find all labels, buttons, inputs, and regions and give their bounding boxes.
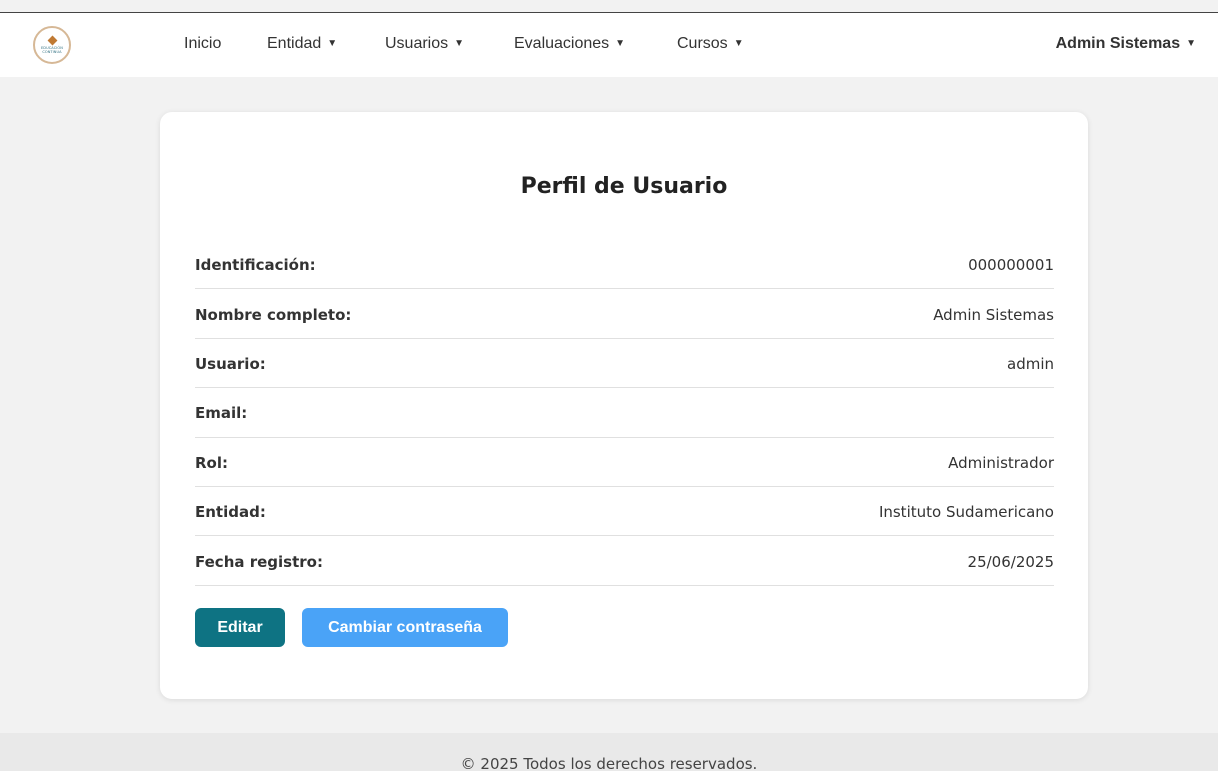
field-value: Admin Sistemas bbox=[933, 305, 1054, 324]
field-label: Identificación: bbox=[195, 256, 316, 275]
field-value: Administrador bbox=[948, 453, 1054, 472]
edit-button[interactable]: Editar bbox=[195, 608, 285, 647]
field-label: Entidad: bbox=[195, 503, 266, 522]
nav-item-cursos[interactable]: Cursos ▼ bbox=[677, 35, 744, 53]
profile-card: Perfil de Usuario Identificación: 000000… bbox=[160, 112, 1088, 699]
user-menu-label: Admin Sistemas bbox=[1055, 35, 1181, 52]
field-value: admin bbox=[1007, 354, 1054, 373]
field-value: Instituto Sudamericano bbox=[878, 503, 1054, 522]
nav-item-usuarios[interactable]: Usuarios ▼ bbox=[385, 35, 464, 53]
field-row-email: Email: bbox=[195, 388, 1054, 438]
caret-down-icon: ▼ bbox=[1186, 38, 1196, 49]
nav-item-label: Entidad bbox=[267, 35, 322, 52]
footer-copyright: © 2025 Todos los derechos reservados. bbox=[460, 755, 758, 771]
field-row-identificacion: Identificación: 000000001 bbox=[195, 240, 1054, 290]
nav-item-label: Inicio bbox=[184, 35, 222, 52]
page-title: Perfil de Usuario bbox=[520, 174, 728, 199]
caret-down-icon: ▼ bbox=[327, 38, 338, 49]
field-label: Email: bbox=[195, 404, 248, 423]
field-row-usuario: Usuario: admin bbox=[195, 339, 1054, 389]
field-label: Nombre completo: bbox=[195, 305, 352, 324]
nav-item-label: Cursos bbox=[677, 35, 728, 52]
brand-logo[interactable]: EDUCACIÓN CONTINUA bbox=[33, 26, 71, 64]
field-row-nombre: Nombre completo: Admin Sistemas bbox=[195, 289, 1054, 339]
caret-down-icon: ▼ bbox=[454, 38, 465, 49]
caret-down-icon: ▼ bbox=[733, 38, 744, 49]
logo-text-line2: CONTINUA bbox=[42, 49, 62, 54]
nav-item-inicio[interactable]: Inicio bbox=[184, 35, 221, 53]
user-menu[interactable]: Admin Sistemas ▼ bbox=[1056, 35, 1196, 53]
change-password-button[interactable]: Cambiar contraseña bbox=[302, 608, 508, 647]
field-row-fecha-registro: Fecha registro: 25/06/2025 bbox=[195, 536, 1054, 586]
nav-item-entidad[interactable]: Entidad ▼ bbox=[267, 35, 337, 53]
field-label: Rol: bbox=[195, 453, 228, 472]
field-label: Usuario: bbox=[195, 354, 266, 373]
footer: © 2025 Todos los derechos reservados. bbox=[0, 733, 1218, 771]
field-value: 25/06/2025 bbox=[967, 552, 1054, 571]
nav-item-label: Evaluaciones bbox=[514, 35, 610, 52]
nav-item-evaluaciones[interactable]: Evaluaciones ▼ bbox=[514, 35, 625, 53]
profile-fields: Identificación: 000000001 Nombre complet… bbox=[195, 240, 1054, 586]
caret-down-icon: ▼ bbox=[615, 38, 626, 49]
field-row-rol: Rol: Administrador bbox=[195, 438, 1054, 487]
field-value: 000000001 bbox=[968, 256, 1054, 275]
field-row-entidad: Entidad: Instituto Sudamericano bbox=[195, 487, 1054, 537]
field-label: Fecha registro: bbox=[195, 552, 323, 571]
navbar: EDUCACIÓN CONTINUA Inicio Entidad ▼ Usuar… bbox=[0, 13, 1218, 77]
nav-item-label: Usuarios bbox=[385, 35, 449, 52]
logo-diamond-icon bbox=[47, 35, 57, 45]
